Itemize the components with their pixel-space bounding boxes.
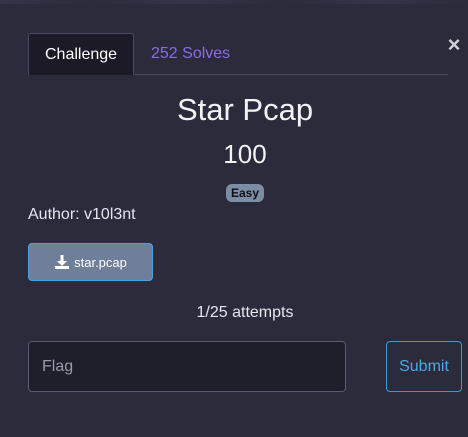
flag-input[interactable] bbox=[28, 341, 346, 392]
difficulty-badge: Easy bbox=[226, 184, 264, 202]
challenge-points: 100 bbox=[223, 139, 267, 169]
challenge-title: Star Pcap bbox=[176, 92, 314, 127]
background-strip bbox=[0, 0, 468, 4]
close-icon[interactable]: × bbox=[446, 33, 462, 57]
challenge-tabs: Challenge 252 Solves bbox=[28, 33, 448, 75]
challenge-author: Author: v10l3nt bbox=[28, 206, 136, 223]
download-file-button[interactable]: star.pcap bbox=[28, 243, 153, 281]
file-name-label: star.pcap bbox=[74, 254, 127, 270]
attempts-counter: 1/25 attempts bbox=[196, 304, 294, 321]
download-icon bbox=[54, 254, 70, 270]
tab-solves[interactable]: 252 Solves bbox=[135, 33, 246, 74]
submit-button[interactable]: Submit bbox=[386, 341, 462, 392]
tab-challenge[interactable]: Challenge bbox=[28, 33, 134, 75]
